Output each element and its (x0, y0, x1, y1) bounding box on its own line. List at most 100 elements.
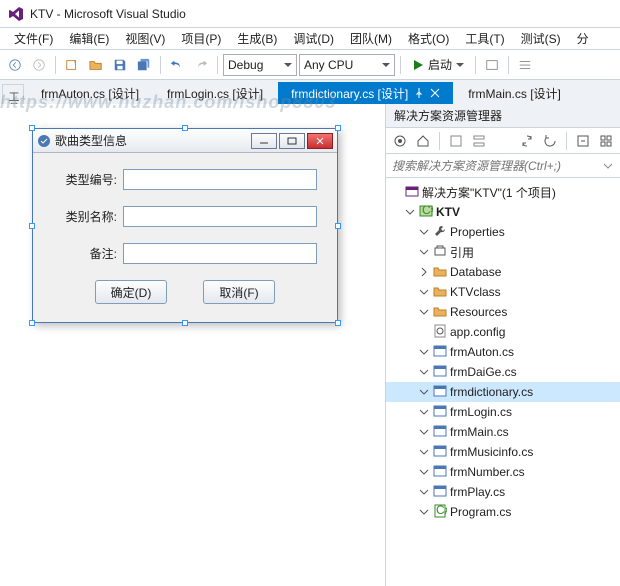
menu-item[interactable]: 文件(F) (6, 30, 61, 47)
nav-back-icon[interactable] (4, 54, 26, 76)
tree-node[interactable]: frmMain.cs (386, 422, 620, 442)
form-icon (433, 444, 447, 461)
resize-handle[interactable] (29, 320, 35, 326)
tree-twisty-icon[interactable] (418, 406, 430, 418)
tree-node[interactable]: frmAuton.cs (386, 342, 620, 362)
toolbar-misc1-icon[interactable] (481, 54, 503, 76)
tree-node[interactable]: 引用 (386, 242, 620, 262)
platform-combo[interactable]: Any CPU (299, 54, 395, 76)
tree-node-label: app.config (450, 325, 505, 339)
nav-fwd-icon[interactable] (28, 54, 50, 76)
designed-form[interactable]: 歌曲类型信息 类型编号:类别名称:备注:确定(D)取消(F) (32, 128, 338, 323)
resize-handle[interactable] (335, 320, 341, 326)
undo-icon[interactable] (166, 54, 188, 76)
tree-twisty-icon[interactable] (418, 346, 430, 358)
sx-sync-icon[interactable] (517, 131, 537, 151)
document-tab[interactable]: frmdictionary.cs [设计] (278, 82, 453, 104)
chevron-down-icon (284, 61, 292, 69)
tree-twisty-icon[interactable] (418, 506, 430, 518)
folder-icon (433, 264, 447, 281)
resize-handle[interactable] (182, 320, 188, 326)
tree-node[interactable]: frmMusicinfo.cs (386, 442, 620, 462)
new-project-icon[interactable] (61, 54, 83, 76)
close-tab-icon[interactable] (430, 87, 440, 101)
pin-icon[interactable] (414, 87, 424, 101)
maximize-button[interactable] (279, 133, 305, 149)
resize-handle[interactable] (29, 125, 35, 131)
tree-node[interactable]: frmdictionary.cs (386, 382, 620, 402)
open-icon[interactable] (85, 54, 107, 76)
tree-twisty-icon[interactable] (418, 466, 430, 478)
menu-item[interactable]: 视图(V) (117, 30, 173, 47)
tree-twisty-icon[interactable] (404, 206, 416, 218)
tree-node[interactable]: KTVclass (386, 282, 620, 302)
tree-twisty-icon[interactable] (418, 226, 430, 238)
save-icon[interactable] (109, 54, 131, 76)
solution-explorer-toolbar (386, 128, 620, 154)
sx-scope-icon[interactable] (469, 131, 489, 151)
tree-node[interactable]: Properties (386, 222, 620, 242)
form-icon (37, 134, 51, 148)
tree-twisty-icon[interactable] (418, 446, 430, 458)
menu-item[interactable]: 生成(B) (229, 30, 285, 47)
redo-icon[interactable] (190, 54, 212, 76)
solution-search[interactable] (386, 154, 620, 178)
tree-node[interactable]: frmLogin.cs (386, 402, 620, 422)
tree-twisty-icon[interactable] (418, 386, 430, 398)
text-input[interactable] (123, 243, 317, 264)
tree-twisty-icon[interactable] (418, 286, 430, 298)
close-button[interactable] (307, 133, 333, 149)
tree-node[interactable]: Database (386, 262, 620, 282)
home-icon[interactable] (390, 131, 410, 151)
collapse-all-icon[interactable] (573, 131, 593, 151)
resize-handle[interactable] (182, 125, 188, 131)
document-tab[interactable]: frmMain.cs [设计] (455, 82, 574, 104)
tree-twisty-icon[interactable] (418, 426, 430, 438)
menu-item[interactable]: 编辑(E) (61, 30, 117, 47)
menu-item[interactable]: 分 (569, 30, 597, 47)
save-all-icon[interactable] (133, 54, 155, 76)
menu-item[interactable]: 工具(T) (457, 30, 512, 47)
start-button[interactable]: 启动 (406, 54, 470, 76)
folder-icon (433, 284, 447, 301)
text-input[interactable] (123, 206, 317, 227)
tree-node[interactable]: app.config (386, 322, 620, 342)
resize-handle[interactable] (29, 223, 35, 229)
cancel-button[interactable]: 取消(F) (203, 280, 275, 304)
show-all-icon[interactable] (596, 131, 616, 151)
tree-node[interactable]: 解决方案"KTV"(1 个项目) (386, 182, 620, 202)
menu-item[interactable]: 测试(S) (513, 30, 569, 47)
tree-node[interactable]: frmPlay.cs (386, 482, 620, 502)
solution-search-input[interactable] (392, 159, 602, 173)
tree-twisty-icon[interactable] (418, 306, 430, 318)
designer-surface[interactable]: https://www.huzhan.com/ishop8803 歌曲类型信息 (0, 104, 385, 586)
toolbar-misc2-icon[interactable] (514, 54, 536, 76)
tree-node[interactable]: frmNumber.cs (386, 462, 620, 482)
tree-twisty-icon[interactable] (418, 246, 430, 258)
tree-twisty-icon[interactable] (418, 266, 430, 278)
menu-item[interactable]: 团队(M) (342, 30, 400, 47)
text-input[interactable] (123, 169, 317, 190)
ok-button[interactable]: 确定(D) (95, 280, 167, 304)
sx-home-icon[interactable] (413, 131, 433, 151)
tree-node[interactable]: C#KTV (386, 202, 620, 222)
solution-tree[interactable]: 解决方案"KTV"(1 个项目)C#KTVProperties引用Databas… (386, 178, 620, 586)
tree-twisty-icon[interactable] (418, 486, 430, 498)
tree-node[interactable]: frmDaiGe.cs (386, 362, 620, 382)
menu-item[interactable]: 项目(P) (173, 30, 229, 47)
tree-node[interactable]: C#Program.cs (386, 502, 620, 522)
menu-item[interactable]: 调试(D) (285, 30, 342, 47)
minimize-button[interactable] (251, 133, 277, 149)
resize-handle[interactable] (335, 223, 341, 229)
refresh-icon[interactable] (540, 131, 560, 151)
config-combo[interactable]: Debug (223, 54, 297, 76)
tree-node-label: frmMain.cs (450, 425, 509, 439)
menu-item[interactable]: 格式(O) (400, 30, 457, 47)
document-tab[interactable]: frmAuton.cs [设计] (28, 82, 152, 104)
document-tab[interactable]: frmLogin.cs [设计] (154, 82, 276, 104)
solution-explorer-title: 解决方案资源管理器 (386, 104, 620, 128)
sx-misc-icon[interactable] (446, 131, 466, 151)
resize-handle[interactable] (335, 125, 341, 131)
tree-node[interactable]: Resources (386, 302, 620, 322)
tree-twisty-icon[interactable] (418, 366, 430, 378)
